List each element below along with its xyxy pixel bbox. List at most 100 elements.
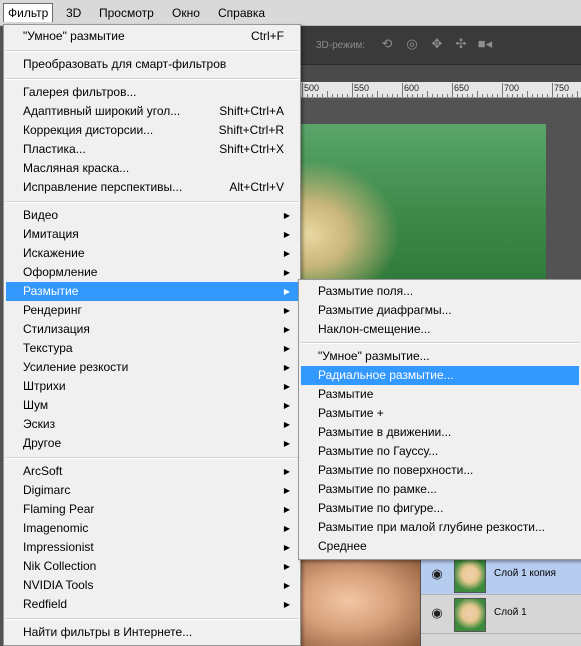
- ruler-tick: [472, 94, 473, 97]
- ruler-tick: [477, 91, 478, 97]
- rotate-3d-icon[interactable]: ⟲: [378, 37, 396, 51]
- layer-row[interactable]: ◉ Слой 1 копия: [421, 556, 581, 595]
- ruler-tick: [422, 94, 423, 97]
- ruler-tick: [467, 94, 468, 97]
- slide-3d-icon[interactable]: ✣: [452, 37, 470, 51]
- ruler-tick: [412, 94, 413, 97]
- menu-item-impressionist[interactable]: Impressionist ▶: [6, 538, 298, 557]
- ruler-tick: [387, 94, 388, 97]
- menu-item-vanishing-point[interactable]: Исправление перспективы... Alt+Ctrl+V: [6, 178, 298, 197]
- filter-menu: "Умное" размытие Ctrl+F Преобразовать для…: [3, 24, 301, 646]
- menu-item-convert-smart[interactable]: Преобразовать для смарт-фильтров: [6, 55, 298, 74]
- submenu-item-field-blur[interactable]: Размытие поля...: [301, 282, 579, 301]
- video-camera-icon[interactable]: ■◂: [476, 37, 494, 51]
- ruler-label: 500: [304, 83, 320, 93]
- menu-item-distort[interactable]: Искажение ▶: [6, 244, 298, 263]
- ruler-tick: [392, 94, 393, 97]
- menu-item-sketch[interactable]: Эскиз ▶: [6, 415, 298, 434]
- menu-separator: [6, 78, 298, 80]
- menu-item-oil-paint[interactable]: Масляная краска...: [6, 159, 298, 178]
- blur-submenu: Размытие поля... Размытие диафрагмы... Н…: [298, 279, 581, 560]
- submenu-item-box-blur[interactable]: Размытие по рамке...: [301, 480, 579, 499]
- ruler-label: 700: [504, 83, 520, 93]
- menu-item-adaptive-wide-angle[interactable]: Адаптивный широкий угол... Shift+Ctrl+A: [6, 102, 298, 121]
- ruler-tick: [452, 83, 453, 97]
- menu-filter[interactable]: Фильтр: [3, 3, 54, 22]
- menu-item-flaming-pear[interactable]: Flaming Pear ▶: [6, 500, 298, 519]
- eye-icon[interactable]: ◉: [429, 566, 445, 582]
- ruler-tick: [462, 94, 463, 97]
- ruler-tick: [417, 94, 418, 97]
- submenu-item-blur[interactable]: Размытие: [301, 385, 579, 404]
- menu-item-artistic[interactable]: Имитация ▶: [6, 225, 298, 244]
- roll-3d-icon[interactable]: ◎: [403, 37, 421, 51]
- ruler-tick: [572, 94, 573, 97]
- ruler-label: 550: [354, 83, 370, 93]
- ruler-tick: [442, 94, 443, 97]
- ruler-label: 750: [554, 83, 570, 93]
- ruler-tick: [577, 91, 578, 97]
- ruler-tick: [397, 94, 398, 97]
- drag-3d-icon[interactable]: ✥: [428, 37, 446, 51]
- menu-item-render[interactable]: Рендеринг ▶: [6, 301, 298, 320]
- menu-item-brush-strokes[interactable]: Штрихи ▶: [6, 377, 298, 396]
- menu-item-video[interactable]: Видео ▶: [6, 206, 298, 225]
- menu-item-arcsoft[interactable]: ArcSoft ▶: [6, 462, 298, 481]
- menu-item-digimarc[interactable]: Digimarc ▶: [6, 481, 298, 500]
- menu-item-liquify[interactable]: Пластика... Shift+Ctrl+X: [6, 140, 298, 159]
- menu-item-sharpen[interactable]: Усиление резкости ▶: [6, 358, 298, 377]
- menu-item-redfield[interactable]: Redfield ▶: [6, 595, 298, 614]
- ruler-tick: [502, 83, 503, 97]
- ruler-tick: [482, 94, 483, 97]
- menu-item-filter-gallery[interactable]: Галерея фильтров...: [6, 83, 298, 102]
- ruler-tick: [312, 94, 313, 97]
- ruler-tick: [552, 83, 553, 97]
- menu-item-last-filter[interactable]: "Умное" размытие Ctrl+F: [6, 27, 298, 46]
- menu-item-nvidia-tools[interactable]: NVIDIA Tools ▶: [6, 576, 298, 595]
- menu-item-stylize-design[interactable]: Оформление ▶: [6, 263, 298, 282]
- ruler-tick: [352, 83, 353, 97]
- ruler-tick: [507, 94, 508, 97]
- menu-item-noise[interactable]: Шум ▶: [6, 396, 298, 415]
- eye-icon[interactable]: ◉: [429, 605, 445, 621]
- submenu-item-shape-blur[interactable]: Размытие по фигуре...: [301, 499, 579, 518]
- submenu-item-gaussian-blur[interactable]: Размытие по Гауссу...: [301, 442, 579, 461]
- submenu-item-radial-blur[interactable]: Радиальное размытие...: [301, 366, 579, 385]
- menu-item-nik-collection[interactable]: Nik Collection ▶: [6, 557, 298, 576]
- ruler-tick: [427, 91, 428, 97]
- submenu-item-blur-more[interactable]: Размытие +: [301, 404, 579, 423]
- ruler-tick: [367, 94, 368, 97]
- submenu-item-motion-blur[interactable]: Размытие в движении...: [301, 423, 579, 442]
- 3d-mode-label: 3D-режим:: [316, 40, 366, 51]
- submenu-item-smart-blur[interactable]: "Умное" размытие...: [301, 347, 579, 366]
- menu-separator: [301, 342, 579, 344]
- menu-help[interactable]: Справка: [214, 4, 269, 22]
- layer-row[interactable]: ◉ Слой 1: [421, 595, 581, 634]
- menu-item-other[interactable]: Другое ▶: [6, 434, 298, 453]
- menu-bar: Фильтр 3D Просмотр Окно Справка: [0, 0, 581, 26]
- menu-item-lens-correction[interactable]: Коррекция дисторсии... Shift+Ctrl+R: [6, 121, 298, 140]
- ruler-tick: [372, 94, 373, 97]
- layer-thumbnail: [454, 598, 486, 632]
- ruler-tick: [377, 91, 378, 97]
- submenu-item-lens-blur[interactable]: Размытие при малой глубине резкости...: [301, 518, 579, 537]
- submenu-item-iris-blur[interactable]: Размытие диафрагмы...: [301, 301, 579, 320]
- menu-window[interactable]: Окно: [168, 4, 204, 22]
- menu-view[interactable]: Просмотр: [95, 4, 158, 22]
- ruler-tick: [327, 91, 328, 97]
- menu-3d[interactable]: 3D: [62, 4, 85, 22]
- ruler-tick: [407, 94, 408, 97]
- menu-item-stylize[interactable]: Стилизация ▶: [6, 320, 298, 339]
- menu-item-blur[interactable]: Размытие ▶: [6, 282, 298, 301]
- menu-item-texture[interactable]: Текстура ▶: [6, 339, 298, 358]
- layer-name: Слой 1: [494, 607, 527, 618]
- menu-item-imagenomic[interactable]: Imagenomic ▶: [6, 519, 298, 538]
- menu-item-browse-filters-online[interactable]: Найти фильтры в Интернете...: [6, 623, 298, 642]
- ruler-tick: [332, 94, 333, 97]
- submenu-item-surface-blur[interactable]: Размытие по поверхности...: [301, 461, 579, 480]
- ruler-tick: [347, 94, 348, 97]
- ruler-tick: [497, 94, 498, 97]
- horizontal-ruler: 500 550 600 650 700 750: [300, 82, 581, 98]
- submenu-item-tilt-shift[interactable]: Наклон-смещение...: [301, 320, 579, 339]
- submenu-item-average[interactable]: Среднее: [301, 537, 579, 556]
